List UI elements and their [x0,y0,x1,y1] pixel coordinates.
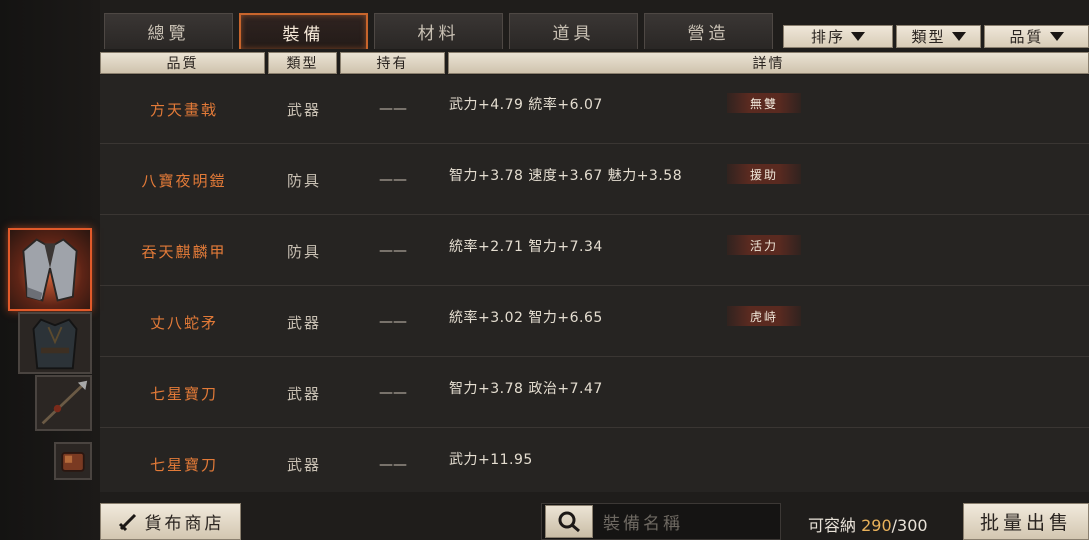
column-header-label: 品質 [166,56,199,72]
equipment-thumbnail[interactable] [18,312,92,374]
item-bag-icon [61,452,85,472]
equipment-detail: 武力+11.95 [449,452,533,468]
sell-button-label: 批量出售 [979,512,1072,534]
equipment-owned: —— [379,314,407,330]
column-header-label: 持有 [376,56,409,72]
equipment-skill-tag: 活力 [727,235,801,255]
equipment-thumbnail[interactable] [35,375,92,431]
equipment-skill-tag: 無雙 [727,93,801,113]
type-label: 類型 [911,28,946,46]
armor-icon [32,318,78,370]
chevron-down-icon [951,32,966,41]
tab-materials[interactable]: 材料 [374,13,503,49]
tab-label: 營造 [687,24,730,44]
search-placeholder: 裝備名稱 [603,514,683,534]
equipment-thumbnail[interactable] [54,442,92,480]
quality-dropdown[interactable]: 品質 [984,25,1089,48]
column-header-type[interactable]: 類型 [268,52,337,74]
spear-icon [41,380,88,425]
magnifier-icon [558,511,580,532]
equipment-row[interactable]: 丈八蛇矛 武器 —— 統率+3.02 智力+6.65 虎峙 [100,288,1089,357]
currency-shop-button[interactable]: 貨布商店 [100,503,241,540]
armor-robe-icon [22,238,78,302]
equipment-detail: 智力+3.78 速度+3.67 魅力+3.58 [449,168,683,184]
tab-label: 總覽 [147,24,190,44]
equipment-skill-tag: 虎峙 [727,306,801,326]
chevron-down-icon [851,32,865,41]
tab-label: 材料 [417,24,460,44]
equipment-type: 武器 [286,384,321,403]
equipment-owned: —— [379,456,407,473]
equipment-search-field[interactable]: 裝備名稱 [541,503,781,540]
equipment-detail: 統率+2.71 智力+7.34 [449,239,603,255]
equipment-owned: —— [379,243,407,259]
equipment-row[interactable]: 七星寶刀 武器 —— 智力+3.78 政治+7.47 [100,359,1089,428]
equipment-row[interactable]: 八寶夜明鎧 防具 —— 智力+3.78 速度+3.67 魅力+3.58 援助 [100,146,1089,215]
tab-overview[interactable]: 總覽 [104,13,233,49]
equipment-type: 防具 [286,242,321,261]
capacity-max: /300 [891,516,928,535]
equipment-name: 七星寶刀 [149,456,218,474]
equipment-type: 防具 [286,171,321,190]
column-header-quality[interactable]: 品質 [100,52,265,74]
equipment-thumbnail-selected[interactable] [8,228,92,311]
tab-construction[interactable]: 營造 [644,13,773,49]
equipment-name: 丈八蛇矛 [149,313,218,332]
capacity-label: 可容納 [808,516,857,535]
tab-items[interactable]: 道具 [509,13,638,49]
equipment-row[interactable]: 方天畫戟 武器 —— 武力+4.79 統率+6.07 無雙 [100,75,1089,144]
sort-dropdown[interactable]: 排序 [783,25,893,48]
equipment-name: 八寶夜明鎧 [141,171,227,190]
tab-label: 裝備 [282,24,325,45]
equipment-name: 方天畫戟 [149,100,218,119]
quality-label: 品質 [1009,28,1044,46]
equipment-type: 武器 [286,313,321,332]
equipment-owned: —— [379,101,407,117]
column-header-detail: 詳情 [448,52,1089,74]
equipment-detail: 智力+3.78 政治+7.47 [449,381,603,397]
equipment-owned: —— [379,172,407,188]
equipment-skill-tag: 援助 [727,164,801,184]
inventory-capacity: 可容納 290/300 [808,512,928,536]
equipment-name: 吞天麒麟甲 [141,242,227,261]
shop-button-label: 貨布商店 [144,514,225,534]
tab-equipment[interactable]: 裝備 [239,13,368,49]
tab-label: 道具 [552,24,595,44]
column-header-label: 詳情 [752,56,785,72]
chevron-down-icon [1049,32,1064,41]
type-dropdown[interactable]: 類型 [896,25,981,48]
column-header-owned[interactable]: 持有 [340,52,445,74]
equipment-name: 七星寶刀 [149,384,218,403]
sword-icon [118,513,136,531]
equipment-type: 武器 [286,100,321,119]
search-button[interactable] [545,505,593,538]
equipment-row[interactable]: 吞天麒麟甲 防具 —— 統率+2.71 智力+7.34 活力 [100,217,1089,286]
equipment-owned: —— [379,385,407,401]
equipment-row[interactable]: 七星寶刀 武器 —— 武力+11.95 [100,430,1089,499]
equipment-detail: 統率+3.02 智力+6.65 [449,310,603,326]
capacity-current: 290 [861,516,892,535]
equipment-type: 武器 [286,456,321,474]
sort-label: 排序 [810,28,845,46]
bulk-sell-button[interactable]: 批量出售 [963,503,1089,540]
column-header-label: 類型 [286,56,319,72]
equipment-detail: 武力+4.79 統率+6.07 [449,97,603,113]
